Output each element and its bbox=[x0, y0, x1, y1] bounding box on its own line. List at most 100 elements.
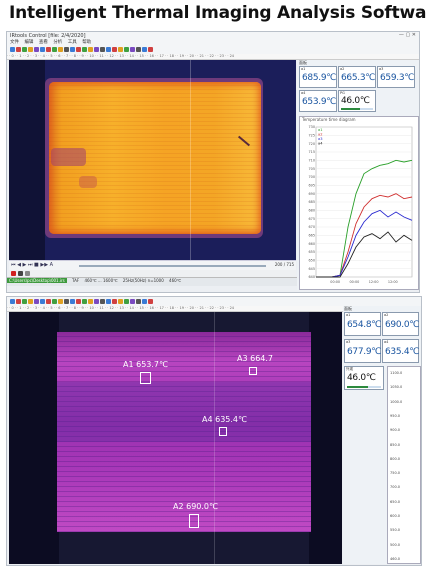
thermal-app-window-top: IRtools Control [file: 2/4/2020] — ▢ ✕ 文… bbox=[6, 31, 420, 293]
roi-box-a1[interactable] bbox=[140, 372, 151, 384]
toolbar-tool-icon[interactable] bbox=[112, 47, 117, 52]
toolbar-tool-icon[interactable] bbox=[46, 47, 51, 52]
timeline-slider[interactable] bbox=[79, 265, 266, 267]
toolbar-tool-icon[interactable] bbox=[118, 299, 123, 304]
thermal-image-view[interactable]: A1 653.7℃ A3 664.7 A4 635.4℃ A2 690.0℃ bbox=[9, 312, 342, 564]
toolbar-tool-icon[interactable] bbox=[130, 47, 135, 52]
toolbar-tool-icon[interactable] bbox=[46, 299, 51, 304]
scale-tick-label: 950.0 bbox=[390, 413, 401, 418]
roi-label: A1 653.7℃ bbox=[123, 360, 168, 369]
toolbar-tool-icon[interactable] bbox=[58, 47, 63, 52]
toolbar-tool-icon[interactable] bbox=[88, 47, 93, 52]
y-tick-label: 715 bbox=[309, 150, 315, 154]
toolbar-tool-icon[interactable] bbox=[28, 47, 33, 52]
y-tick-label: 655 bbox=[309, 250, 315, 254]
readings-panel: 面板 a1 654.8℃ a2 690.0℃ a3 677.9℃ a4 635.… bbox=[343, 306, 421, 564]
status-item: 460℃ bbox=[169, 278, 182, 283]
toolbar-tool-icon[interactable] bbox=[40, 47, 45, 52]
reading-value: 46.0℃ bbox=[347, 373, 376, 383]
toolbar-tool-icon[interactable] bbox=[142, 47, 147, 52]
toolbar-tool-icon[interactable] bbox=[106, 47, 111, 52]
toolbar-tool-icon[interactable] bbox=[10, 47, 15, 52]
y-tick-label: 660 bbox=[309, 242, 315, 246]
reading-value: 677.9℃ bbox=[347, 347, 382, 357]
y-tick-label: 675 bbox=[309, 217, 315, 221]
status-item: 460℃ ... 1600℃ bbox=[84, 278, 118, 283]
y-tick-label: 730 bbox=[309, 125, 315, 129]
toolbar-tool-icon[interactable] bbox=[52, 299, 57, 304]
toolbar-tool-icon[interactable] bbox=[52, 47, 57, 52]
toolbar-tool-icon[interactable] bbox=[106, 299, 111, 304]
chart-title: Temperature time diagram bbox=[302, 117, 356, 122]
reading-label: a1 bbox=[346, 313, 351, 317]
toolbar-tool-icon[interactable] bbox=[76, 47, 81, 52]
toolbar-tool-icon[interactable] bbox=[130, 299, 135, 304]
toolbar-tool-icon[interactable] bbox=[142, 299, 147, 304]
y-tick-label: 640 bbox=[309, 275, 315, 279]
toolbar-tool-icon[interactable] bbox=[148, 47, 153, 52]
toolbar-tool-icon[interactable] bbox=[58, 299, 63, 304]
thermal-app-window-bottom: · · 0 · · 1 · · 2 · · 3 · · 4 · · 5 · · … bbox=[6, 296, 422, 566]
roi-box-a3[interactable] bbox=[249, 367, 257, 375]
toolbar-tool-icon[interactable] bbox=[28, 299, 33, 304]
toolbar-tool-icon[interactable] bbox=[70, 47, 75, 52]
toolbar-tool-icon[interactable] bbox=[100, 47, 105, 52]
toolbar-tool-icon[interactable] bbox=[22, 299, 27, 304]
scale-tick-label: 700.0 bbox=[390, 485, 401, 490]
toolbar-tool-icon[interactable] bbox=[64, 299, 69, 304]
roi-box-a2[interactable] bbox=[189, 514, 199, 528]
reading-box-ambient: 外观 46.0℃ bbox=[344, 366, 384, 390]
toolbar-tool-icon[interactable] bbox=[34, 47, 39, 52]
reading-label: a1 bbox=[301, 67, 306, 71]
y-tick-label: 720 bbox=[309, 142, 315, 146]
toolbar-tool-icon[interactable] bbox=[70, 299, 75, 304]
reading-value: 653.9℃ bbox=[302, 97, 337, 107]
toolbar-tool-icon[interactable] bbox=[76, 299, 81, 304]
toolbar-tool-icon[interactable] bbox=[124, 47, 129, 52]
x-tick-label: 00:00 bbox=[350, 280, 360, 284]
play-controls[interactable]: ⏮ ◀ ▶ ⏭ ■ ▶▶ A bbox=[11, 262, 53, 268]
roi-label: A4 635.4℃ bbox=[202, 415, 247, 424]
window-controls[interactable]: — ▢ ✕ bbox=[399, 32, 416, 38]
reading-box: a4 635.4℃ bbox=[382, 339, 419, 363]
status-item: 25Hz(50Hz) n=1000 bbox=[122, 278, 164, 283]
toolbar-tool-icon[interactable] bbox=[136, 299, 141, 304]
reading-box: a1 685.9℃ bbox=[299, 66, 337, 88]
palette-strip bbox=[9, 270, 296, 277]
reading-value: 685.9℃ bbox=[302, 73, 337, 83]
reading-label: a2 bbox=[340, 67, 345, 71]
scale-tick-label: 900.0 bbox=[390, 428, 401, 433]
reading-value: 635.4℃ bbox=[385, 347, 420, 357]
file-path: C:\Users\pc\Desktop\001.irs bbox=[7, 278, 67, 283]
y-tick-label: 665 bbox=[309, 234, 315, 238]
toolbar-tool-icon[interactable] bbox=[136, 47, 141, 52]
frame-counter: 200 / 715 bbox=[274, 262, 294, 267]
toolbar-tool-icon[interactable] bbox=[22, 47, 27, 52]
toolbar-tool-icon[interactable] bbox=[94, 299, 99, 304]
toolbar-tool-icon[interactable] bbox=[82, 47, 87, 52]
toolbar-tool-icon[interactable] bbox=[100, 299, 105, 304]
toolbar-tool-icon[interactable] bbox=[82, 299, 87, 304]
toolbar-tool-icon[interactable] bbox=[94, 47, 99, 52]
toolbar-tool-icon[interactable] bbox=[40, 299, 45, 304]
toolbar-tool-icon[interactable] bbox=[124, 299, 129, 304]
roi-box-a4[interactable] bbox=[219, 427, 227, 436]
temperature-line-chart: 730 725 720 715 710 705 700 695 690 685 680 675 670 6… bbox=[309, 125, 413, 284]
toolbar-tool-icon[interactable] bbox=[16, 47, 21, 52]
scale-tick-label: 850.0 bbox=[390, 442, 401, 447]
toolbar-tool-icon[interactable] bbox=[118, 47, 123, 52]
reading-value: 690.0℃ bbox=[385, 320, 420, 330]
reading-label: PG bbox=[340, 91, 345, 95]
toolbar-tool-icon[interactable] bbox=[112, 299, 117, 304]
reading-label: a2 bbox=[384, 313, 389, 317]
toolbar-tool-icon[interactable] bbox=[64, 47, 69, 52]
toolbar-tool-icon[interactable] bbox=[34, 299, 39, 304]
readings-panel: 面板 a1 685.9℃ a2 665.3℃ a3 659.3℃ a4 653.… bbox=[297, 60, 419, 290]
y-tick-label: 725 bbox=[309, 134, 315, 138]
toolbar-tool-icon[interactable] bbox=[10, 299, 15, 304]
toolbar-tool-icon[interactable] bbox=[16, 299, 21, 304]
toolbar-tool-icon[interactable] bbox=[88, 299, 93, 304]
scale-tick-label: 1050.0 bbox=[390, 385, 403, 390]
thermal-image-view[interactable] bbox=[9, 60, 296, 260]
toolbar-tool-icon[interactable] bbox=[148, 299, 153, 304]
